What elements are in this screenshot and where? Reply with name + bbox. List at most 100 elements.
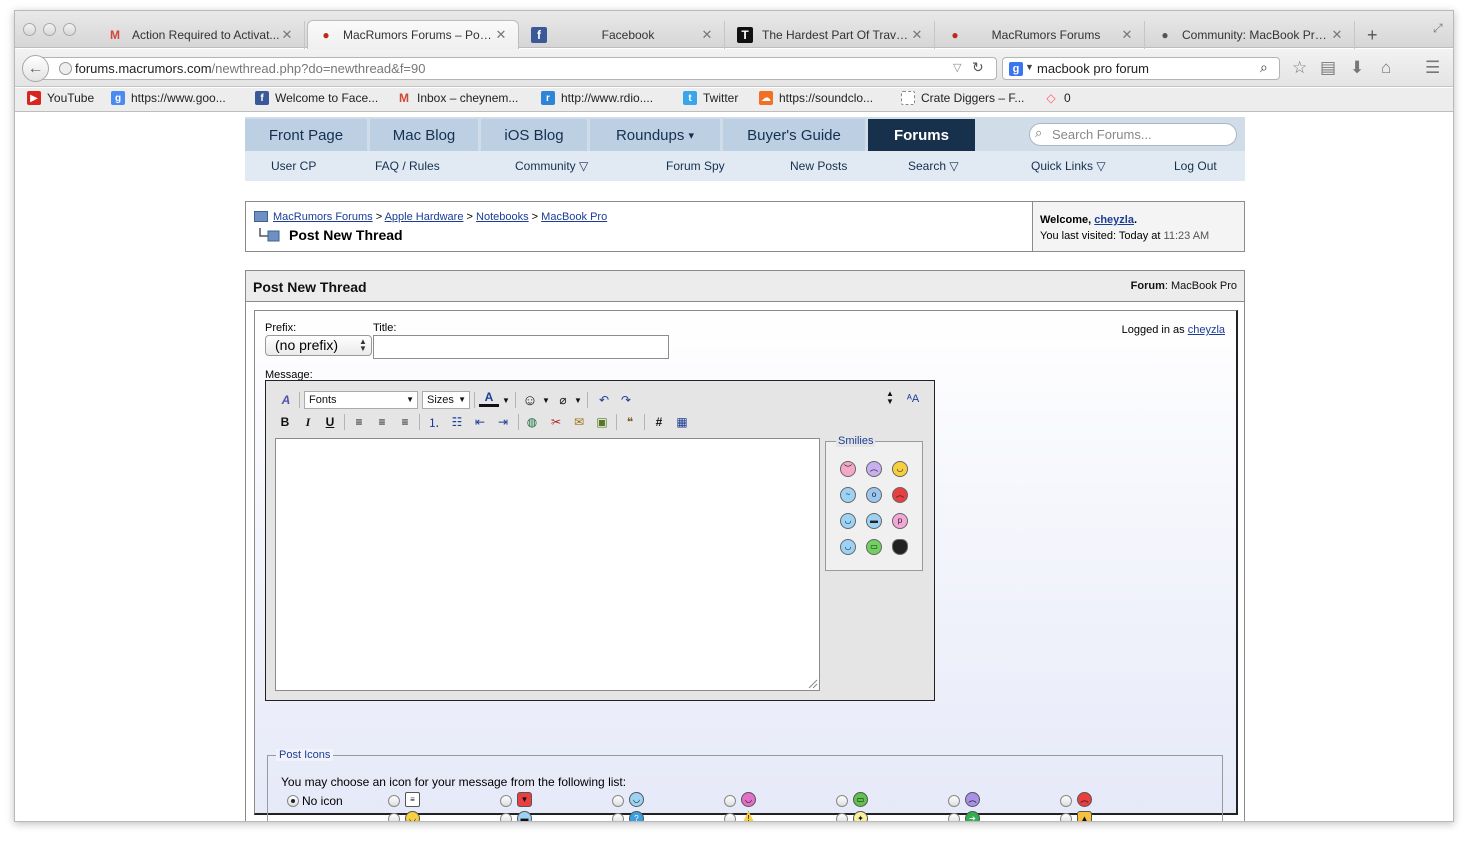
nav-roundups[interactable]: Roundups ▾	[590, 119, 720, 151]
bookmark-star-icon[interactable]: ☆	[1292, 58, 1307, 78]
fonts-select[interactable]: Fonts ▼	[304, 391, 418, 409]
code-hash-button[interactable]: #	[650, 413, 668, 431]
search-icon[interactable]: ⌕	[1260, 59, 1268, 76]
browser-tab-1[interactable]: M Action Required to Activat... ✕	[97, 21, 305, 49]
remove-link-icon[interactable]: ✂	[547, 413, 565, 431]
no-icon-radio[interactable]	[287, 795, 299, 807]
post-icon-radio[interactable]	[388, 813, 400, 821]
bookmark-inbox[interactable]: M Inbox – cheynem...	[397, 91, 518, 105]
home-icon[interactable]: ⌂	[1381, 58, 1391, 78]
smiley-mad-icon[interactable]: ︵	[892, 487, 908, 503]
post-icon-radio[interactable]	[1060, 795, 1072, 807]
bold-button[interactable]: B	[277, 413, 293, 431]
insert-email-icon[interactable]: ✉	[570, 413, 588, 431]
post-icon-radio[interactable]	[836, 813, 848, 821]
bookmark-soundcloud[interactable]: ☁ https://soundclo...	[759, 91, 873, 105]
post-icon-radio[interactable]	[724, 795, 736, 807]
align-right-icon[interactable]: ≡	[396, 413, 414, 431]
remove-format-icon[interactable]: A	[277, 391, 295, 409]
subnav-search[interactable]: Search ▽	[908, 159, 959, 173]
chevron-down-icon[interactable]: ▼	[501, 391, 511, 409]
breadcrumb-apple-hardware[interactable]: Apple Hardware	[385, 211, 464, 223]
breadcrumb-macrumors-forums[interactable]: MacRumors Forums	[273, 211, 373, 223]
subnav-user-cp[interactable]: User CP	[271, 159, 316, 173]
bookmark-rdio[interactable]: r http://www.rdio....	[541, 91, 653, 105]
outdent-icon[interactable]: ⇤	[471, 413, 489, 431]
post-icon-radio[interactable]	[612, 795, 624, 807]
nav-buyers-guide[interactable]: Buyer's Guide	[723, 119, 865, 151]
post-icon-radio[interactable]	[948, 795, 960, 807]
post-icon-radio[interactable]	[724, 813, 736, 821]
message-textarea[interactable]	[275, 438, 820, 691]
redo-icon[interactable]: ↷	[618, 391, 634, 409]
align-center-icon[interactable]: ≡	[373, 413, 391, 431]
smiley-grin-icon[interactable]: ▭	[866, 539, 882, 555]
close-tab-icon[interactable]: ✕	[280, 27, 294, 43]
browser-tab-5[interactable]: ● MacRumors Forums ✕	[937, 21, 1145, 49]
close-tab-icon[interactable]: ✕	[910, 27, 924, 43]
title-input[interactable]	[373, 335, 669, 359]
zoom-window-button[interactable]	[63, 23, 76, 36]
chevron-down-icon[interactable]: ▼	[541, 391, 551, 409]
breadcrumb-notebooks[interactable]: Notebooks	[476, 211, 529, 223]
bookmark-facebook[interactable]: f Welcome to Face...	[255, 91, 378, 105]
undo-icon[interactable]: ↶	[596, 391, 612, 409]
close-tab-icon[interactable]: ✕	[1330, 27, 1344, 43]
menu-icon[interactable]: ☰	[1425, 58, 1440, 78]
resize-editor-icon[interactable]: ▲ ▼	[884, 389, 896, 407]
switch-editor-mode-icon[interactable]: ᴬA	[903, 390, 923, 408]
browser-tab-2-active[interactable]: ● MacRumors Forums – Pos... ✕	[307, 20, 519, 49]
downloads-icon[interactable]: ⬇	[1350, 58, 1364, 78]
quote-icon[interactable]: ❝	[621, 413, 639, 431]
post-icon-radio[interactable]	[612, 813, 624, 821]
fullscreen-icon[interactable]: ⤢	[1433, 21, 1443, 36]
bookmark-youtube[interactable]: ▶ YouTube	[27, 91, 94, 105]
nav-forums[interactable]: Forums	[868, 119, 975, 151]
post-icon-radio[interactable]	[1060, 813, 1072, 821]
smiley-happy-icon[interactable]: ◡	[840, 513, 856, 529]
smiley-confused-icon[interactable]: ~	[840, 487, 856, 503]
subnav-log-out[interactable]: Log Out	[1174, 159, 1217, 173]
post-icon-radio[interactable]	[500, 813, 512, 821]
smiley-blush-icon[interactable]: ︶	[840, 461, 856, 477]
bookmark-airbnb[interactable]: ◇ 0	[1044, 91, 1070, 105]
bookmark-crate-diggers[interactable]: Crate Diggers – F...	[901, 91, 1024, 105]
italic-button[interactable]: I	[300, 413, 316, 431]
close-window-button[interactable]	[23, 23, 36, 36]
post-icon-radio[interactable]	[836, 795, 848, 807]
breadcrumb-macbook-pro[interactable]: MacBook Pro	[541, 211, 607, 223]
nav-front-page[interactable]: Front Page	[245, 119, 367, 151]
indent-icon[interactable]: ⇥	[494, 413, 512, 431]
browser-tab-3[interactable]: f Facebook ✕	[521, 21, 725, 49]
resize-grip-icon[interactable]	[808, 679, 818, 689]
text-color-icon[interactable]: A	[479, 390, 499, 407]
close-tab-icon[interactable]: ✕	[1120, 27, 1134, 43]
new-tab-icon[interactable]: +	[1367, 25, 1378, 46]
ordered-list-icon[interactable]: ⒈	[425, 413, 443, 431]
chevron-down-icon[interactable]: ▼	[573, 391, 583, 409]
browser-tab-6[interactable]: ● Community: MacBook Pro ... ✕	[1147, 21, 1355, 49]
smiley-wink-icon[interactable]: ◡	[840, 539, 856, 555]
close-tab-icon[interactable]: ✕	[700, 27, 714, 43]
username-link[interactable]: cheyzla	[1094, 214, 1134, 226]
url-history-dropdown-icon[interactable]: ▽	[953, 61, 961, 74]
google-search-engine-icon[interactable]: g	[1009, 62, 1023, 76]
forum-search-input[interactable]: Search Forums...	[1029, 123, 1237, 146]
post-icon-radio[interactable]	[500, 795, 512, 807]
url-bar[interactable]: forums.macrumors.com/newthread.php?do=ne…	[40, 57, 997, 80]
sizes-select[interactable]: Sizes ▼	[422, 391, 470, 409]
subnav-faq-rules[interactable]: FAQ / Rules	[375, 159, 440, 173]
bookmark-twitter[interactable]: t Twitter	[683, 91, 738, 105]
smiley-shocked-icon[interactable]: o	[866, 487, 882, 503]
reading-list-icon[interactable]: ▤	[1320, 58, 1336, 78]
insert-image-icon[interactable]: ▣	[593, 413, 611, 431]
subnav-quick-links[interactable]: Quick Links ▽	[1031, 159, 1106, 173]
php-code-icon[interactable]: ▦	[673, 413, 691, 431]
subnav-community[interactable]: Community ▽	[515, 159, 588, 173]
smiley-menu-icon[interactable]: ☺	[521, 391, 539, 409]
nav-mac-blog[interactable]: Mac Blog	[370, 119, 478, 151]
post-icon-radio[interactable]	[948, 813, 960, 821]
attachment-icon[interactable]: ⌀	[555, 391, 571, 409]
nav-ios-blog[interactable]: iOS Blog	[481, 119, 587, 151]
subnav-forum-spy[interactable]: Forum Spy	[666, 159, 725, 173]
